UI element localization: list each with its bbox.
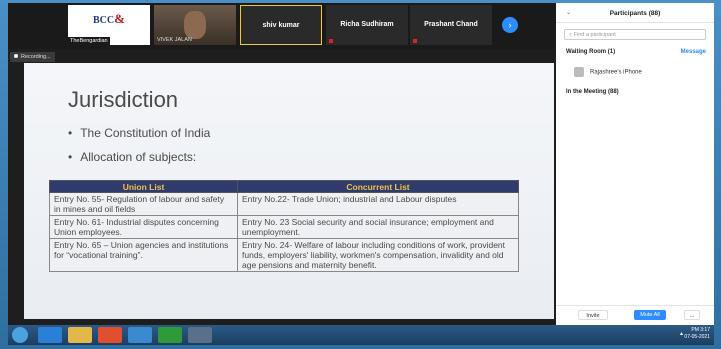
participant-tile-video[interactable]: VIVEK JALAN — [154, 5, 236, 45]
tile-name: Richa Sudhiram — [340, 21, 394, 28]
video-strip: BCC& TheBengardian VIVEK JALAN shiv kuma… — [8, 3, 556, 49]
chrome-icon[interactable] — [98, 327, 122, 343]
bullet-text: The Constitution of India — [80, 126, 211, 140]
search-icon: ⌕ — [569, 32, 573, 38]
column-header-concurrent: Concurrent List — [237, 180, 519, 193]
clock-date: 07-05-2021 — [684, 334, 710, 340]
chevron-right-icon[interactable]: › — [502, 17, 518, 33]
participant-tile-richa[interactable]: Richa Sudhiram — [326, 5, 408, 45]
more-button[interactable]: ... — [684, 310, 700, 320]
column-header-union: Union List — [49, 180, 238, 193]
mic-muted-icon — [413, 39, 417, 43]
table-cell: Entry No. 23 Social security and social … — [237, 215, 519, 239]
bullet-text: Allocation of subjects: — [80, 150, 197, 164]
table-row: Entry No. 61- Industrial disputes concer… — [49, 215, 519, 239]
message-button[interactable]: Message — [681, 49, 706, 55]
clock-time: PM 3:17 — [691, 327, 710, 333]
logo-text: BCC — [93, 15, 115, 26]
shared-slide: Jurisdiction • The Constitution of India … — [24, 63, 554, 319]
recording-indicator[interactable]: Recording... — [10, 52, 55, 62]
participant-video — [184, 11, 206, 39]
clock[interactable]: PM 3:17 07-05-2021 — [684, 327, 710, 341]
slide-title: Jurisdiction — [68, 87, 179, 112]
panel-footer: Invite Mute All ... — [556, 305, 714, 325]
participant-search-input[interactable]: ⌕ Find a participant — [564, 29, 706, 40]
panel-title: Participants (88) — [609, 10, 661, 17]
folder-icon[interactable] — [68, 327, 92, 343]
bcc-logo: BCC& — [93, 11, 127, 31]
taskbar: ▲ PM 3:17 07-05-2021 — [8, 325, 714, 345]
waiting-participant[interactable]: Rajashree's iPhone — [574, 67, 642, 77]
slide-bullet: • Allocation of subjects: — [68, 150, 197, 164]
table-cell: Entry No. 65 – Union agencies and instit… — [49, 238, 238, 272]
slide-bullet: • The Constitution of India — [68, 126, 211, 140]
start-button[interactable] — [12, 327, 28, 343]
waiting-room-header[interactable]: Waiting Room (1) Message — [566, 49, 706, 55]
participants-panel: ⌄ Participants (88) ⌕ Find a participant… — [556, 3, 714, 325]
table-row: Entry No. 55- Regulation of labour and s… — [49, 192, 519, 216]
tile-caption: TheBengardian — [68, 37, 110, 45]
table-cell: Entry No. 55- Regulation of labour and s… — [49, 192, 238, 216]
table-row: Entry No. 65 – Union agencies and instit… — [49, 238, 519, 272]
participant-name: Rajashree's iPhone — [590, 69, 642, 76]
participant-tile-prashant[interactable]: Prashant Chand — [410, 5, 492, 45]
participant-tile-shiv[interactable]: shiv kumar — [240, 5, 322, 45]
excel-icon[interactable] — [158, 327, 182, 343]
record-icon — [14, 54, 18, 58]
zoom-app-icon[interactable] — [128, 327, 152, 343]
search-placeholder: Find a participant — [573, 32, 616, 38]
participant-tile-logo[interactable]: BCC& TheBengardian — [68, 5, 150, 45]
in-meeting-header[interactable]: In the Meeting (88) — [566, 89, 619, 95]
table-cell: Entry No.22- Trade Union; industrial and… — [237, 192, 519, 216]
tile-name: Prashant Chand — [424, 21, 478, 28]
app-icon[interactable] — [188, 327, 212, 343]
tile-caption: VIVEK JALAN — [157, 37, 192, 43]
table-cell: Entry No. 24- Welfare of labour includin… — [237, 238, 519, 272]
mute-all-button[interactable]: Mute All — [634, 310, 666, 320]
system-tray[interactable]: ▲ — [679, 331, 684, 337]
browser-icon[interactable] — [38, 327, 62, 343]
invite-button[interactable]: Invite — [578, 310, 608, 320]
panel-header: ⌄ Participants (88) — [556, 3, 714, 23]
avatar — [574, 67, 584, 77]
logo-ampersand: & — [114, 11, 125, 26]
recording-label: Recording... — [21, 54, 51, 60]
zoom-window: BCC& TheBengardian VIVEK JALAN shiv kuma… — [8, 3, 714, 325]
waiting-room-label: Waiting Room (1) — [566, 49, 616, 55]
table-cell: Entry No. 61- Industrial disputes concer… — [49, 215, 238, 239]
mic-muted-icon — [329, 39, 333, 43]
subjects-table: Union List Concurrent List Entry No. 55-… — [49, 180, 519, 272]
tile-name: shiv kumar — [262, 22, 300, 29]
in-meeting-label: In the Meeting (88) — [566, 89, 619, 95]
